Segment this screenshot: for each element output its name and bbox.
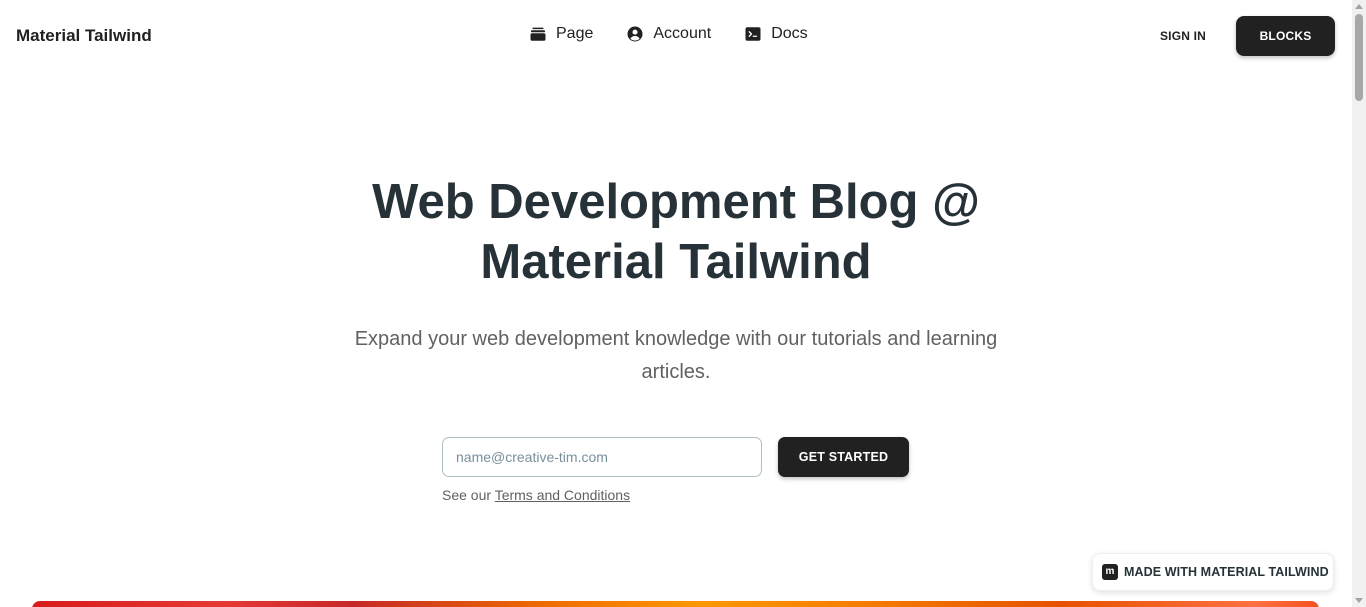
hero-subtitle: Expand your web development knowledge wi… — [354, 328, 998, 383]
hero-image — [32, 601, 1319, 607]
sign-in-button[interactable]: SIGN IN — [1147, 17, 1219, 55]
navbar: Material Tailwind Page Account Docs SIGN… — [0, 0, 1352, 72]
get-started-button[interactable]: GET STARTED — [778, 437, 909, 477]
scroll-up-arrow-icon[interactable] — [1355, 4, 1363, 9]
page-title: Web Development Blog @ Material Tailwind — [300, 172, 1052, 292]
made-with-label: MADE WITH MATERIAL TAILWIND — [1124, 565, 1329, 579]
brand-logo-text[interactable]: Material Tailwind — [16, 26, 152, 46]
nav-item-account[interactable]: Account — [626, 25, 711, 43]
blocks-button[interactable]: BLOCKS — [1236, 16, 1335, 56]
made-with-badge[interactable]: m MADE WITH MATERIAL TAILWIND — [1092, 553, 1334, 591]
page-scrollbar[interactable] — [1352, 0, 1366, 607]
email-input[interactable] — [442, 437, 762, 477]
material-tailwind-logo-icon: m — [1102, 564, 1118, 580]
page-title-line-1: Web Development Blog @ — [372, 175, 980, 229]
command-line-icon — [744, 25, 762, 43]
user-circle-icon — [626, 25, 644, 43]
terms-prefix: See our — [442, 487, 492, 503]
nav-item-label: Docs — [771, 25, 808, 42]
terms-link[interactable]: Terms and Conditions — [495, 487, 630, 503]
nav-item-label: Page — [556, 25, 594, 42]
scroll-down-arrow-icon[interactable] — [1355, 598, 1363, 603]
scrollbar-thumb[interactable] — [1355, 14, 1363, 101]
nav-item-docs[interactable]: Docs — [744, 25, 808, 43]
nav-item-label: Account — [653, 25, 712, 42]
rectangle-stack-icon — [529, 25, 547, 43]
terms-note: See our Terms and Conditions — [442, 487, 630, 503]
nav-item-page[interactable]: Page — [529, 25, 593, 43]
nav-links: Page Account Docs — [529, 25, 808, 43]
page-title-line-2: Material Tailwind — [480, 235, 872, 289]
